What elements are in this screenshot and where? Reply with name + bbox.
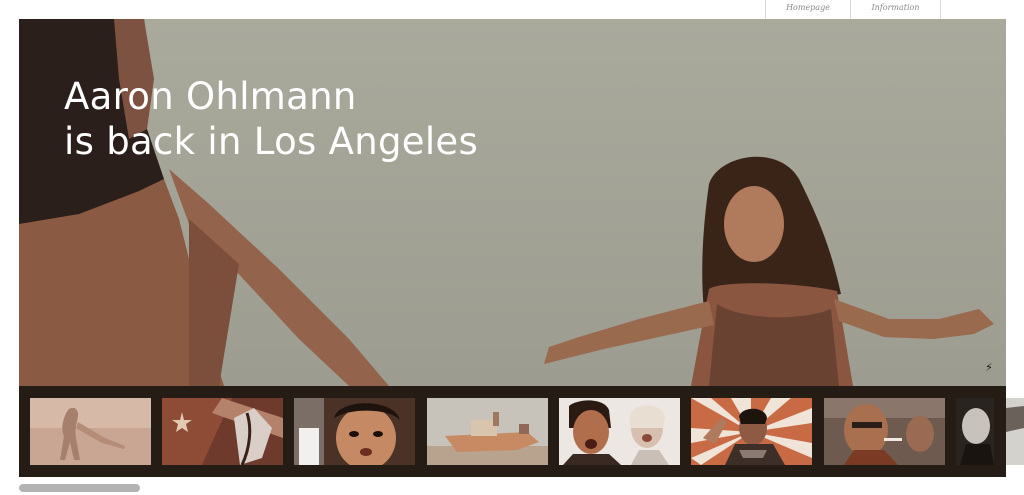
thumbnail-flag[interactable]	[162, 398, 283, 465]
thumbnail-old-man[interactable]	[824, 398, 945, 465]
nav-homepage[interactable]: Homepage	[765, 0, 850, 19]
nav-information[interactable]: Information	[850, 0, 941, 19]
sunburst-man-image	[691, 398, 812, 465]
thumbnail-child[interactable]	[294, 398, 415, 465]
dancer-image	[30, 398, 151, 465]
old-man-image	[824, 398, 945, 465]
thumbnail-boat[interactable]	[427, 398, 548, 465]
horizontal-scrollbar[interactable]	[19, 484, 140, 492]
thumbnail-two-faces[interactable]	[559, 398, 680, 465]
lightning-icon[interactable]: ⚡	[984, 362, 994, 374]
top-nav: Homepage Information	[765, 0, 941, 19]
partial-image	[956, 398, 994, 465]
next-thumbnail-peek[interactable]	[1006, 398, 1024, 465]
thumbnail-sunburst-man[interactable]	[691, 398, 812, 465]
headline-line-1: Aaron Ohlmann	[64, 75, 357, 118]
thumbnail-dancer[interactable]	[30, 398, 151, 465]
hero-headline: Aaron Ohlmann is back in Los Angeles	[64, 74, 478, 164]
two-faces-image	[559, 398, 680, 465]
flag-image	[162, 398, 283, 465]
thumbnail-strip	[19, 386, 1006, 477]
headline-line-2: is back in Los Angeles	[64, 120, 479, 163]
thumbnail-partial[interactable]	[956, 398, 994, 465]
child-image	[294, 398, 415, 465]
peek-image	[1006, 398, 1024, 465]
boat-image	[427, 398, 548, 465]
hero-banner[interactable]: Aaron Ohlmann is back in Los Angeles ⚡	[19, 19, 1006, 386]
